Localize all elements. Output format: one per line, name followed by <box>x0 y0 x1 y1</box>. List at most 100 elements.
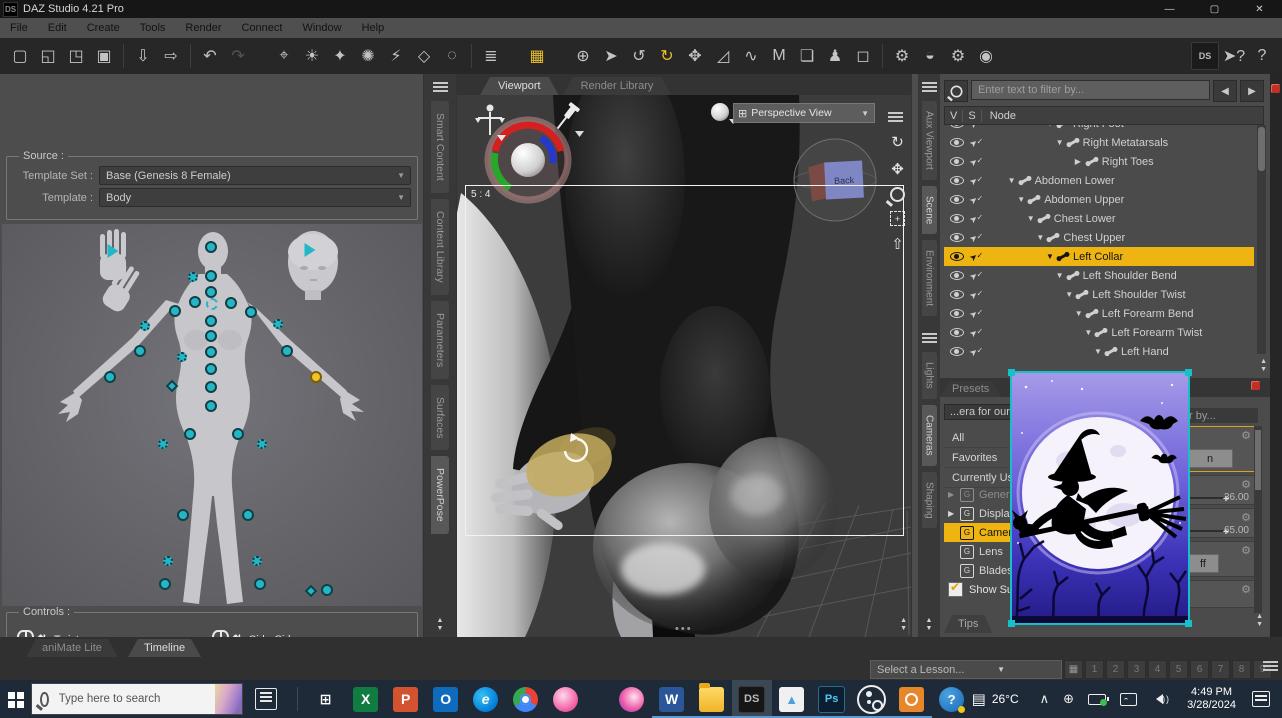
tab-scroll-arrows[interactable]: ▲▼ <box>926 617 933 633</box>
visibility-eye-icon[interactable] <box>950 290 964 299</box>
menu-item[interactable]: Window <box>292 22 351 34</box>
expand-caret-icon[interactable]: ▶ <box>948 490 959 499</box>
scene-node-row[interactable]: ▼ Right Metatarsals <box>944 133 1254 152</box>
redo-icon[interactable]: ↷ <box>225 43 251 69</box>
geometry-editor-icon[interactable]: M <box>766 43 792 69</box>
tab-cameras[interactable]: Cameras <box>922 405 937 466</box>
save-icon[interactable]: ▣ <box>91 43 117 69</box>
tool-settings-icon[interactable]: ⚙ <box>889 43 915 69</box>
pose-joint[interactable] <box>206 298 218 310</box>
joint-editor-icon[interactable]: ∿ <box>738 43 764 69</box>
selectable-cursor-icon[interactable] <box>970 251 983 263</box>
pink-swirl-icon-1[interactable] <box>546 680 586 718</box>
pose-joint[interactable] <box>257 439 267 449</box>
camera-node-icon[interactable]: ◻ <box>850 43 876 69</box>
pose-joint[interactable] <box>242 509 254 521</box>
selectable-cursor-icon[interactable] <box>970 346 983 358</box>
task-view-icon[interactable] <box>255 688 277 710</box>
orbit-view-icon[interactable]: ↻ <box>891 133 904 151</box>
scale-tool-icon[interactable]: ◿ <box>710 43 736 69</box>
tab-parameters[interactable]: Parameters <box>431 301 449 379</box>
tab-environment[interactable]: Environment <box>922 240 937 316</box>
expand-caret-icon[interactable]: ▼ <box>1075 309 1086 318</box>
tab-smart-content[interactable]: Smart Content <box>431 101 449 193</box>
new-spotlight-icon[interactable]: ⚡ <box>383 43 409 69</box>
parameter-filter-input[interactable]: r by... <box>1186 408 1258 423</box>
selectable-cursor-icon[interactable] <box>970 308 983 320</box>
parameter-scrollbar[interactable] <box>1254 426 1262 613</box>
visibility-eye-icon[interactable] <box>950 271 964 280</box>
viewport-layout-icon[interactable]: ▦ <box>524 43 550 69</box>
filter-back-icon[interactable]: ◀ <box>1213 80 1237 102</box>
gear-icon[interactable]: ⚙ <box>1241 583 1251 596</box>
new-linear-light-icon[interactable]: ✺ <box>355 43 381 69</box>
lesson-number-button[interactable]: 8 <box>1232 660 1251 679</box>
pane-menu-icon[interactable] <box>922 82 937 94</box>
quick-assist-icon[interactable] <box>852 680 892 718</box>
selectable-cursor-icon[interactable] <box>970 156 983 168</box>
pose-joint[interactable] <box>252 556 262 566</box>
gear-icon[interactable]: ⚙ <box>1241 478 1251 491</box>
pose-joint[interactable] <box>273 319 283 329</box>
selectable-cursor-icon[interactable] <box>970 327 983 339</box>
selectable-cursor-icon[interactable] <box>970 175 983 187</box>
tray-chevron-icon[interactable]: ∧ <box>1040 691 1050 707</box>
toolbar-button[interactable] <box>190 44 191 68</box>
outlook-icon[interactable]: O <box>426 680 466 718</box>
new-point-light-icon[interactable]: ✦ <box>327 43 353 69</box>
column-node[interactable]: Node <box>982 110 1024 122</box>
pose-joint[interactable] <box>205 346 217 358</box>
lesson-number-button[interactable]: 2 <box>1106 660 1125 679</box>
taskbar-app-icon[interactable] <box>586 680 612 718</box>
pose-joint[interactable] <box>108 244 119 258</box>
pose-joint[interactable] <box>305 243 316 257</box>
daz-studio-icon[interactable]: DS <box>732 680 772 718</box>
on-button[interactable]: n <box>1187 449 1233 468</box>
selectable-cursor-icon[interactable] <box>970 232 983 244</box>
new-file-icon[interactable]: ▢ <box>7 43 33 69</box>
search-input[interactable] <box>57 692 215 706</box>
filter-forward-icon[interactable]: ▶ <box>1240 80 1264 102</box>
presets-tab[interactable]: Presets <box>940 381 1001 397</box>
lesson-number-button[interactable]: 6 <box>1190 660 1209 679</box>
tab-aux-viewport[interactable]: Aux Viewport <box>922 101 937 180</box>
scene-node-row[interactable]: ▶ Right Toes <box>944 152 1254 171</box>
viewport-3d[interactable]: Back 5 : 4 ⊞ Perspective View ▼ ↻ ✥ + ⇧ … <box>457 95 911 637</box>
bottom-tab[interactable]: Timeline <box>128 639 201 657</box>
start-button[interactable] <box>0 680 31 718</box>
selection-handle[interactable] <box>1185 620 1192 627</box>
scene-node-row[interactable]: ▼ Left Forearm Twist <box>944 323 1254 342</box>
open-file-icon[interactable]: ◱ <box>35 43 61 69</box>
expand-caret-icon[interactable]: ▼ <box>1008 176 1019 185</box>
pane-dock-icon[interactable] <box>1271 84 1280 93</box>
bottom-menu-icon[interactable] <box>1263 661 1278 673</box>
expand-caret-icon[interactable]: ▼ <box>1056 138 1067 147</box>
parameter-row[interactable]: ⚙ + 36.00 <box>1186 475 1262 505</box>
expand-caret-icon[interactable]: ▼ <box>1056 271 1067 280</box>
photos-icon[interactable]: ▲ <box>772 680 812 718</box>
column-visibility[interactable]: V <box>945 110 963 122</box>
parameter-scroll-arrows[interactable]: ▲▼ <box>1256 613 1263 629</box>
import-icon[interactable]: ⇩ <box>130 43 156 69</box>
sphere-settings-icon[interactable]: ◒ <box>917 43 943 69</box>
expand-caret-icon[interactable]: ▼ <box>1094 347 1105 356</box>
selectable-cursor-icon[interactable] <box>970 194 983 206</box>
pose-joint[interactable] <box>205 270 217 282</box>
menu-item[interactable]: Connect <box>232 22 293 34</box>
tab-shaping[interactable]: Shaping <box>922 472 937 529</box>
template-set-dropdown[interactable]: Base (Genesis 8 Female) ▼ <box>99 166 411 185</box>
pose-joint[interactable] <box>188 272 198 282</box>
menu-item[interactable]: Tools <box>130 22 176 34</box>
export-icon[interactable]: ⇨ <box>158 43 184 69</box>
camera-settings-icon[interactable]: ⚙ <box>945 43 971 69</box>
visibility-eye-icon[interactable] <box>950 328 964 337</box>
parameter-value[interactable]: 36.00 <box>1224 492 1249 503</box>
menu-item[interactable]: Edit <box>38 22 77 34</box>
scene-scroll-arrows[interactable]: ▲▼ <box>1260 358 1267 374</box>
template-dropdown[interactable]: Body ▼ <box>99 188 411 207</box>
toolbar-button[interactable] <box>123 44 124 68</box>
photoshop-icon[interactable]: Ps <box>812 680 852 718</box>
scene-node-row[interactable]: ▼ Left Shoulder Bend <box>944 266 1254 285</box>
excel-icon[interactable]: X <box>346 680 386 718</box>
parameter-slider[interactable] <box>1190 530 1224 532</box>
